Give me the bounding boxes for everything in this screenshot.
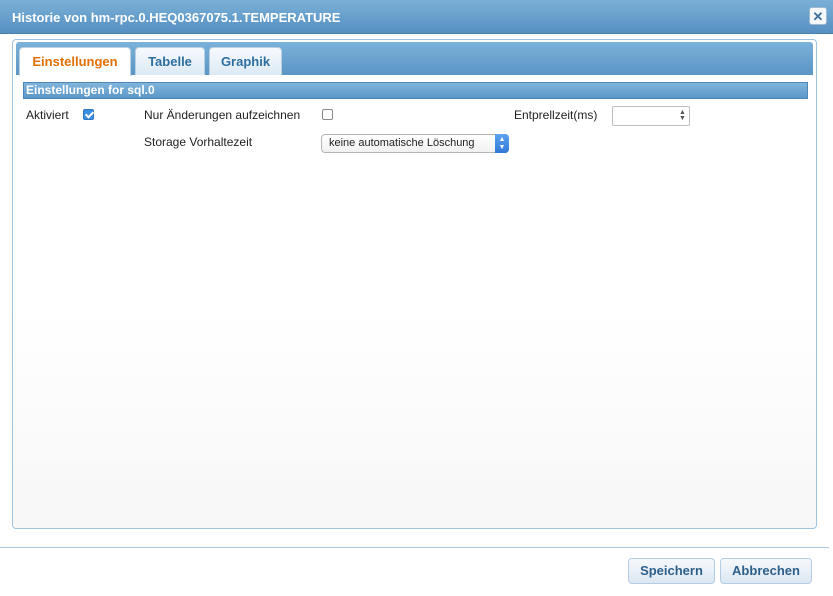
cancel-button[interactable]: Abbrechen <box>720 558 812 584</box>
footer-divider <box>0 547 829 548</box>
tab-bar: Einstellungen Tabelle Graphik <box>16 42 813 76</box>
retention-selected-value: keine automatische Löschung <box>329 137 475 149</box>
changes-only-label: Nur Änderungen aufzeichnen <box>144 108 301 122</box>
retention-label: Storage Vorhaltezeit <box>144 135 253 149</box>
tab-panel: Einstellungen Tabelle Graphik Einstellun… <box>12 39 817 529</box>
tab-tabelle[interactable]: Tabelle <box>135 47 205 75</box>
debounce-input[interactable]: ▲ ▼ <box>612 106 690 126</box>
dialog-titlebar[interactable]: Historie von hm-rpc.0.HEQ0367075.1.TEMPE… <box>0 0 833 34</box>
settings-section-header: Einstellungen for sql.0 <box>23 82 808 99</box>
retention-select[interactable]: keine automatische Löschung ▲ ▼ <box>321 134 509 153</box>
changes-only-checkbox[interactable] <box>322 109 333 120</box>
dialog-title: Historie von hm-rpc.0.HEQ0367075.1.TEMPE… <box>12 10 341 25</box>
close-button[interactable]: ✕ <box>809 7 827 25</box>
close-icon: ✕ <box>812 9 824 24</box>
tab-einstellungen[interactable]: Einstellungen <box>19 47 131 76</box>
enabled-checkbox[interactable] <box>83 109 94 120</box>
select-arrows-icon: ▲ ▼ <box>495 134 509 153</box>
tab-graphik[interactable]: Graphik <box>209 47 282 75</box>
save-button[interactable]: Speichern <box>628 558 715 584</box>
enabled-label: Aktiviert <box>26 108 69 122</box>
stepper-icon[interactable]: ▲ ▼ <box>678 109 687 122</box>
debounce-label: Entprellzeit(ms) <box>514 108 598 122</box>
